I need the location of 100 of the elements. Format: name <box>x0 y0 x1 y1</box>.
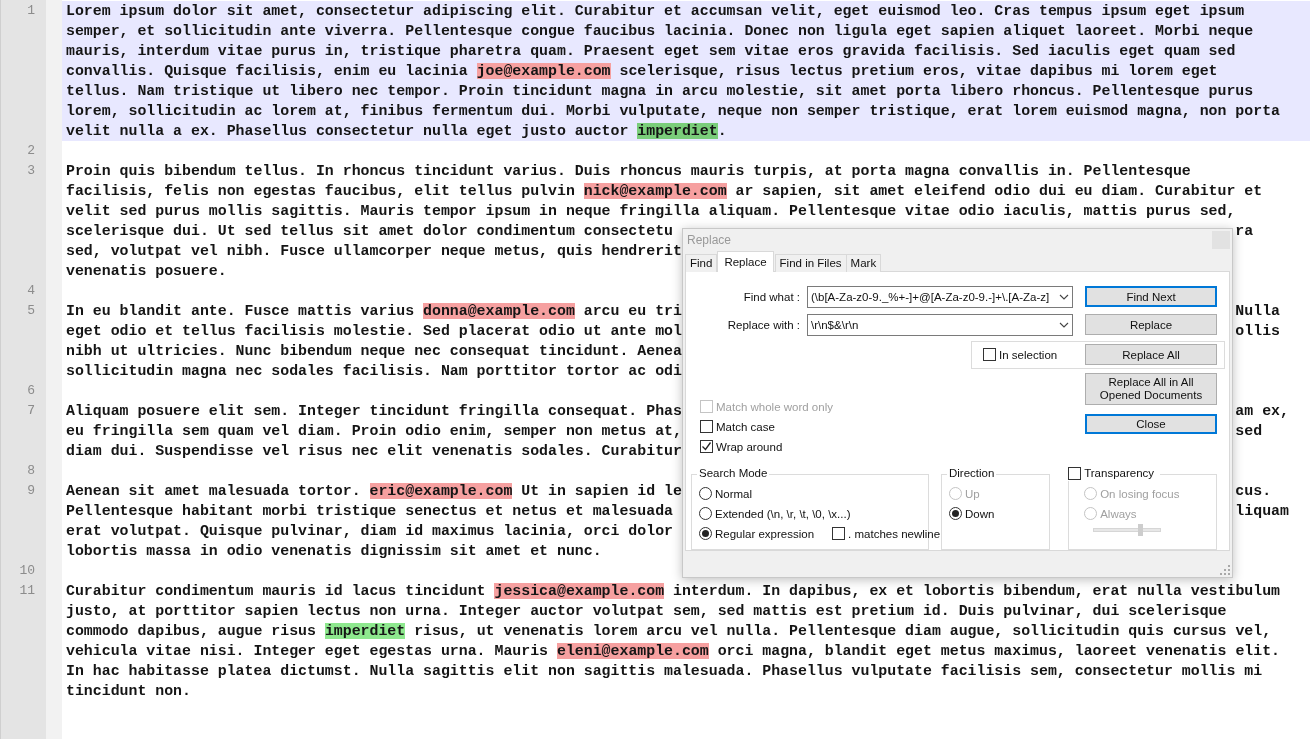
transparency-label: Transparency <box>1084 465 1155 481</box>
option-label: Down <box>965 507 995 520</box>
email-highlight: joe@example.com <box>476 63 611 79</box>
line-text: am ex, <box>1235 402 1290 421</box>
line-text: facilisis, felis non egestas faucibus, elit tellus pulvin <box>66 183 576 199</box>
radio-button[interactable] <box>699 507 712 521</box>
line-text: convallis. Quisque facilisis, enim eu lacinia <box>66 63 469 79</box>
find-what-label: Find what : <box>742 290 800 303</box>
option-label: On losing focus <box>1100 487 1180 500</box>
line-text: venenatis posuere. <box>66 263 227 279</box>
line-number: 7 <box>26 402 35 420</box>
line-text: sollicitudin magna nec sodales facilisis. Nam porttitor tortor ac odi <box>66 363 682 379</box>
line-number: 8 <box>26 462 35 480</box>
option-label: Extended (\n, \r, \t, \0, \x...) <box>715 507 851 520</box>
line-text: In hac habitasse platea dictumst. Nulla sagittis elit non sagittis malesuada. Phasellus vulputate facilisis sem, consectetur mollis mi <box>66 663 1263 679</box>
find-what-combobox[interactable]: (\b[A-Za-z0-9._%+-]+@[A-Za-z0-9.-]+\.[A-Za-z] <box>807 285 1073 308</box>
close-dialog-button[interactable]: Close <box>1085 413 1217 434</box>
checkbox[interactable] <box>983 348 996 362</box>
radio-button[interactable] <box>949 507 962 521</box>
replace-all-opened-button[interactable]: Replace All in All Opened Documents <box>1085 372 1217 405</box>
radio-button[interactable] <box>699 527 712 541</box>
line-text: Aenean sit amet malesuada tortor. <box>66 483 362 499</box>
line-text: semper, et sollicitudin ante viverra. Pellentesque congue faucibus lacinia. Donec non ligula eget sapien aliquet laoreet. Morbi neque <box>66 23 1254 39</box>
line-text: vehicula vitae nisi. Integer eget egestas urna. Mauris <box>66 643 550 659</box>
checkbox[interactable] <box>832 527 846 541</box>
replace-with-label: Replace with : <box>726 318 800 331</box>
line-text: interdum. In dapibus, ex et lobortis bibendum, erat nulla vestibulum <box>672 583 1281 599</box>
line-text: orci magna, blandit eget metus maximus, laoreet venenatis elit. <box>716 643 1280 659</box>
replace-with-combobox[interactable]: \r\n$&\r\n <box>807 313 1073 336</box>
line-number: 2 <box>26 142 35 160</box>
radio-button[interactable] <box>699 487 712 501</box>
line-number: 3 <box>26 162 35 180</box>
line-text: eget odio et tellus facilisis molestie. Sed placerat odio ut ante mol <box>66 323 682 339</box>
slider-thumb[interactable] <box>1138 523 1144 536</box>
match-highlight: imperdiet <box>324 623 406 639</box>
email-highlight: jessica@example.com <box>494 583 665 599</box>
line-text: velit sed purus mollis sagittis. Mauris tempor ipsum in neque fringilla aliquam. Pellentesque vitae odio iaculis, mattis purus sed, <box>66 203 1236 219</box>
replace-button[interactable]: Replace <box>1085 314 1217 336</box>
replace-all-button[interactable]: Replace All <box>1085 344 1217 366</box>
chevron-icon <box>1059 321 1069 328</box>
line-number: 5 <box>26 302 35 320</box>
line-text: Ut in sapien id le <box>520 483 682 499</box>
line-text: erat volutpat. Quisque pulvinar, diam id maximus lacinia, orci dolor <box>66 523 673 539</box>
checkbox[interactable] <box>700 420 713 434</box>
line-text: mauris, interdum vitae purus in, tristique pharetra quam. Praesent eget sem vitae eros gravida facilisis. Sed iaculis eget quam sed <box>66 43 1236 59</box>
option-label: Match whole word only <box>716 400 833 413</box>
line-number: 4 <box>26 282 35 300</box>
line-text: scelerisque dui. Ut sed tellus sit amet dolor condimentum consectetu <box>66 223 673 239</box>
line-text: commodo dapibus, augue risus <box>66 623 317 639</box>
line-number: 11 <box>18 582 35 600</box>
option-label: Wrap around <box>716 440 783 453</box>
line-text: tellus. Nam tristique ut libero nec tempor. Proin tincidunt magna in arcu molestie, sit amet porta libero rhoncus. Pellentesque purus <box>66 83 1254 99</box>
option-label: Normal <box>715 487 753 500</box>
option-label: Regular expression <box>715 527 815 540</box>
resize-grip-icon[interactable] <box>1220 565 1230 575</box>
find-next-button[interactable]: Find Next <box>1085 286 1217 308</box>
line-text: sed <box>1235 422 1264 441</box>
line-text: lorem, sollicitudin ac lorem at, finibus fermentum dui. Morbi vulputate, neque non semper tristique, erat lorem euismod magna, non porta <box>66 103 1280 119</box>
dialog-title: Replace <box>687 232 732 247</box>
line-number: 9 <box>26 482 35 500</box>
line-text: risus, ut venenatis lorem arcu vel nulla. Pellentesque diam augue, sollicitudin quis cursus vel, <box>413 623 1272 639</box>
tab[interactable]: Find <box>685 253 718 272</box>
email-highlight: eric@example.com <box>369 483 513 499</box>
line-text: Pellentesque habitant morbi tristique senectus et netus et malesuada <box>66 503 673 519</box>
line-number: 6 <box>26 382 35 400</box>
email-highlight: nick@example.com <box>583 183 727 199</box>
line-text: In eu blandit ante. Fusce mattis varius <box>66 303 416 319</box>
line-text: Nulla <box>1235 302 1281 321</box>
checkbox[interactable] <box>1068 466 1082 480</box>
email-highlight: donna@example.com <box>423 303 575 319</box>
email-highlight: eleni@example.com <box>556 643 709 659</box>
line-text: ar sapien, sit amet eleifend odio dui eu diam. Curabitur et <box>734 183 1263 199</box>
in-selection-label: In selection <box>999 348 1058 361</box>
line-number: 10 <box>18 562 35 580</box>
line-text: eu fringilla sem quam vel diam. Proin odio enim, semper non metus at, <box>66 423 682 439</box>
line-text: justo, at porttitor sapien lectus non urna. Integer auctor volutpat sem, sed mattis est pretium id. Duis pulvinar, dui scelerisque <box>66 603 1227 619</box>
line-text: Proin quis bibendum tellus. In rhoncus tincidunt varius. Duis rhoncus mauris turpis, at porta magna convallis in. Pellentesque <box>66 163 1191 179</box>
line-text: . <box>717 123 727 139</box>
line-text: velit nulla a ex. Phasellus consectetur nulla eget justo auctor <box>66 123 630 139</box>
option-label: Always <box>1100 507 1137 520</box>
line-text: nibh ut ultricies. Nunc bibendum neque nec consequat tincidunt. Aenea <box>66 343 682 359</box>
tab[interactable]: Mark <box>845 253 882 272</box>
option-label: . matches newline <box>848 527 941 540</box>
line-text: Lorem ipsum dolor sit amet, consectetur adipiscing elit. Curabitur et accumsan velit, eget euismod leo. Cras tempus ipsum eget ipsum <box>66 3 1245 19</box>
line-text: lobortis massa in odio venenatis dignissim sit amet et nunc. <box>66 543 602 559</box>
match-highlight: imperdiet <box>637 123 718 139</box>
line-text: arcu eu tri <box>582 303 682 319</box>
line-text: Curabitur condimentum mauris id lacus tincidunt <box>66 583 487 599</box>
line-text: sed, volutpat vel nibh. Fusce ullamcorper neque metus, quis hendrerit <box>66 243 682 259</box>
line-text: tincidunt non. <box>66 683 191 699</box>
tab[interactable]: Find in Files <box>774 253 847 272</box>
line-text: cus. <box>1235 482 1273 501</box>
chevron-icon <box>1059 293 1069 300</box>
line-text: ra <box>1235 222 1255 241</box>
line-text: ollis <box>1235 322 1281 341</box>
checkbox[interactable] <box>700 440 713 454</box>
line-text: liquam <box>1235 502 1290 521</box>
line-text: diam dui. Suspendisse vel risus nec elit venenatis sodales. Curabitur <box>66 443 682 459</box>
tab[interactable]: Replace <box>717 250 774 272</box>
line-text: Aliquam posuere elit sem. Integer tincidunt fringilla consequat. Phas <box>66 403 682 419</box>
